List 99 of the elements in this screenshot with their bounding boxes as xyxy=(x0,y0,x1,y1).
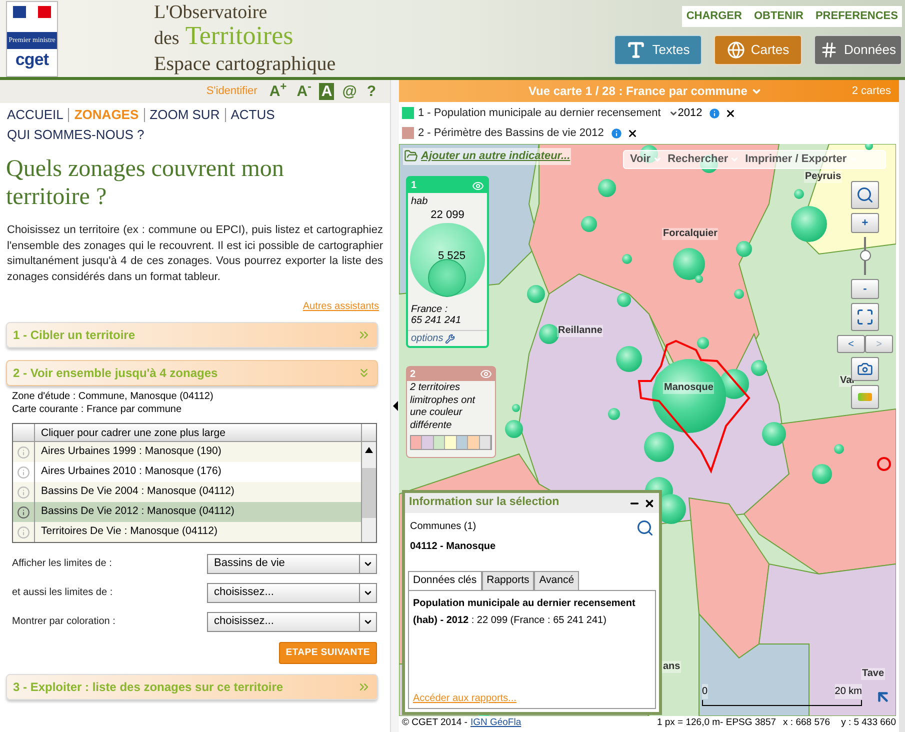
panel-tab[interactable]: Avancé xyxy=(534,571,580,590)
place-label: Reillanne xyxy=(557,325,604,337)
mode-button[interactable]: Textes xyxy=(614,34,702,64)
dropdown[interactable]: choisissez... xyxy=(207,582,377,602)
layers-button[interactable] xyxy=(851,385,879,409)
options-link[interactable]: options xyxy=(411,331,444,346)
intro-paragraph: Choisissez un territoire (ex : commune ou EPCI), puis listez et cartographiez l'ensemble des zonages qui le recouvrent. Il est ici possible de cartographier simultanément jusqu'à 4 de ces zonages. Vous pourrez exporter la liste des zonages considérés dans un format tableur. xyxy=(6,223,384,284)
table-row[interactable]: Aires Urbaines 1999 : Manosque (190) xyxy=(13,442,361,462)
nav-link[interactable]: ACCUEIL xyxy=(7,105,64,125)
search-icon xyxy=(856,186,874,204)
x-coordinate: x : 668 576 xyxy=(783,716,830,730)
logo-brand: cget xyxy=(15,48,49,70)
zoom-box-button[interactable] xyxy=(851,181,879,209)
place-label: Manosque xyxy=(663,382,714,394)
number-icon xyxy=(820,40,838,58)
wrench-icon xyxy=(445,334,456,344)
year-selector[interactable]: 2012 xyxy=(668,104,702,122)
source-link[interactable]: IGN GéoFla xyxy=(470,716,522,730)
site-title: des xyxy=(154,27,180,51)
tool-button[interactable]: ? xyxy=(364,83,378,100)
mode-button[interactable]: Données xyxy=(814,34,902,64)
legend-country: France : xyxy=(410,304,449,315)
legend-max: 22 099 xyxy=(430,209,466,221)
eye-icon[interactable] xyxy=(480,368,492,380)
map-count: 2 cartes xyxy=(852,84,892,99)
fullscreen-icon xyxy=(856,308,874,326)
study-zone-text: Zone d'étude : Commune, Manosque (04112) xyxy=(12,390,214,403)
layer-label: 2 - Périmètre des Bassins de vie 2012 xyxy=(418,126,604,141)
place-label: Peyruis xyxy=(804,171,842,183)
layer-label: 1 - Population municipale au dernier recensement xyxy=(418,106,661,121)
camera-icon xyxy=(857,361,873,377)
zoom-out-button[interactable]: - xyxy=(851,279,879,299)
site-title: Territoires xyxy=(185,24,294,48)
scroll-up-icon[interactable] xyxy=(365,447,373,453)
previous-button[interactable]: < xyxy=(837,335,865,353)
legend-number: 2 xyxy=(410,368,416,382)
top-link[interactable]: OBTENIR xyxy=(754,8,804,24)
panel-tab[interactable]: Rapports xyxy=(482,571,534,590)
table-row[interactable]: Territoires De Vie : Manosque (04112) xyxy=(13,522,361,542)
place-label: Forcalquier xyxy=(662,228,718,240)
field-label: Montrer par coloration : xyxy=(12,615,116,629)
panel-title: Information sur la sélection xyxy=(409,495,560,510)
page-heading: Quels zonages couvrent mon territoire ? xyxy=(5,155,285,211)
nav-link[interactable]: ZOOM SUR xyxy=(150,105,220,125)
map-menu[interactable]: Voir xyxy=(630,151,662,168)
map-menu[interactable]: Imprimer / Exporter xyxy=(745,151,858,168)
selection-name: 04112 - Manosque xyxy=(410,540,496,554)
dropdown[interactable]: Bassins de vie xyxy=(207,554,377,574)
tool-button[interactable]: A$^{+}$ xyxy=(267,83,289,100)
top-link[interactable]: PREFERENCES xyxy=(815,8,898,24)
caret-icon xyxy=(730,155,740,164)
legend-text: 2 territoires limitrophes ont une couleur différente xyxy=(409,382,476,432)
scale-label: 20 km xyxy=(834,684,862,699)
map-menu[interactable]: Rechercher xyxy=(668,151,740,168)
resolution-text: 1 px = 126,0 m- EPSG 3857 xyxy=(656,716,776,730)
table-row[interactable]: Bassins De Vie 2012 : Manosque (04112) xyxy=(13,502,361,522)
table-row[interactable]: Bassins De Vie 2004 : Manosque (04112) xyxy=(13,482,361,502)
site-subtitle: Espace cartographique xyxy=(154,52,336,77)
close-icon[interactable] xyxy=(644,498,655,508)
panel-tab[interactable]: Données clés xyxy=(408,571,482,590)
tool-button[interactable]: A xyxy=(319,83,334,100)
shapes-icon xyxy=(858,393,872,401)
site-title: L'Observatoire xyxy=(154,2,268,24)
legend-unit: hab xyxy=(410,195,429,209)
scale-label: 0 xyxy=(702,684,708,699)
letter-icon xyxy=(626,40,646,60)
flag-icon xyxy=(13,6,51,18)
legend-total: 65 241 241 xyxy=(410,315,462,326)
close-icon[interactable] xyxy=(626,128,638,138)
selection-category: Communes (1) xyxy=(410,520,478,534)
caret-icon xyxy=(652,155,662,164)
nav-link[interactable]: ACTUS xyxy=(230,105,275,125)
caret-icon xyxy=(668,108,678,118)
folder-icon xyxy=(404,149,418,164)
add-indicator-link[interactable]: Ajouter un autre indicateur... xyxy=(403,148,572,164)
info-icon[interactable] xyxy=(17,506,30,518)
tool-button[interactable]: A$^{-}$ xyxy=(294,83,314,100)
y-coordinate: y : 5 433 660 xyxy=(841,716,896,730)
close-icon[interactable] xyxy=(725,108,736,118)
legend-number: 1 xyxy=(411,179,417,193)
search-icon[interactable] xyxy=(636,519,654,537)
nav-link[interactable]: QUI SOMMES-NOUS ? xyxy=(7,125,144,145)
key-data-text: Population municipale au dernier recensement (hab) - 2012 : 22 099 (France : 65 241 241) xyxy=(413,597,636,628)
full-extent-button[interactable] xyxy=(851,303,879,331)
zoom-slider[interactable] xyxy=(859,237,871,275)
field-label: et aussi les limites de : xyxy=(12,586,113,600)
current-map-text: Carte courante : France par commune xyxy=(12,403,183,416)
dropdown[interactable]: choisissez... xyxy=(207,612,377,632)
copyright-text: © CGET 2014 - xyxy=(402,716,468,730)
place-label: Tave xyxy=(861,668,886,680)
tool-button[interactable]: @ xyxy=(340,83,359,100)
place-label: ans xyxy=(662,661,682,673)
globe-icon xyxy=(726,40,745,58)
top-link[interactable]: CHARGER xyxy=(686,8,742,24)
field-label: Afficher les limites de : xyxy=(12,557,112,571)
scrollbar-thumb[interactable] xyxy=(362,468,376,518)
zoom-in-button[interactable]: + xyxy=(851,213,879,233)
mode-button[interactable]: Cartes xyxy=(714,34,802,64)
legend-min: 5 525 xyxy=(438,249,466,264)
